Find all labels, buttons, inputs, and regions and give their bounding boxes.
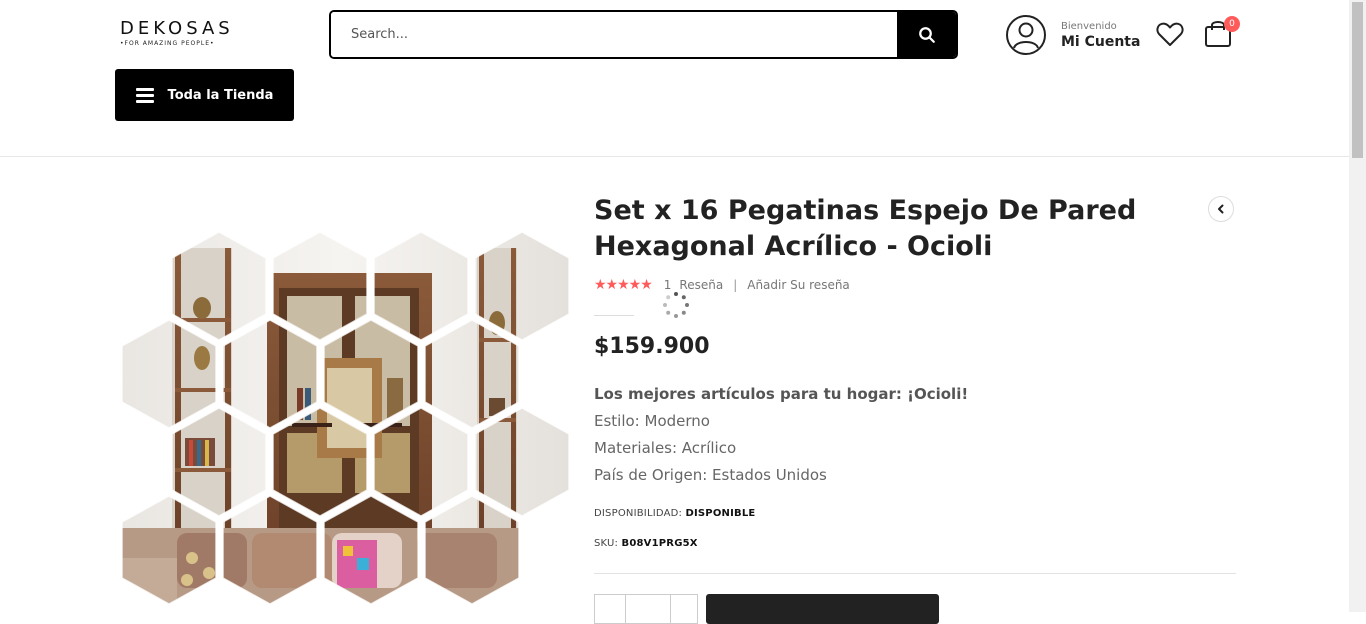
rating-separator: |	[733, 278, 738, 292]
quantity-input[interactable]	[626, 595, 671, 623]
description-line-origin: País de Origen: Estados Unidos	[594, 466, 827, 484]
loading-spinner-icon	[663, 292, 689, 318]
add-to-cart-button[interactable]	[706, 594, 939, 624]
chevron-left-icon	[1218, 204, 1224, 214]
availability-label: DISPONIBILIDAD:	[594, 508, 683, 519]
product-rating: ★★★★★ 1 Reseña | Añadir Su reseña	[594, 277, 850, 293]
availability: DISPONIBILIDAD: DISPONIBLE	[594, 508, 755, 519]
add-review-link[interactable]: Añadir Su reseña	[747, 278, 850, 292]
scrollbar-thumb[interactable]	[1352, 2, 1363, 158]
product-description: Los mejores artículos para tu hogar: ¡Oc…	[594, 381, 968, 489]
sku-label: SKU:	[594, 538, 619, 549]
cart-button[interactable]: 0	[1204, 16, 1240, 52]
search-button[interactable]	[897, 12, 956, 57]
user-icon	[1006, 15, 1046, 55]
cart-count-badge: 0	[1224, 16, 1240, 32]
logo-brand: DEKOSAS	[120, 18, 234, 39]
availability-value: DISPONIBLE	[685, 508, 756, 519]
description-line-style: Estilo: Moderno	[594, 412, 710, 430]
wishlist-button[interactable]	[1156, 21, 1184, 51]
description-line-materials: Materiales: Acrílico	[594, 439, 737, 457]
quantity-decrement[interactable]	[595, 595, 626, 623]
account-link[interactable]: Bienvenido Mi Cuenta	[1005, 14, 1140, 56]
sku: SKU: B08V1PRG5X	[594, 538, 698, 549]
menu-icon	[135, 85, 154, 106]
sku-value: B08V1PRG5X	[621, 538, 698, 549]
product-title: Set x 16 Pegatinas Espejo De Pared Hexag…	[594, 195, 1137, 262]
account-label: Mi Cuenta	[1061, 33, 1141, 50]
product-info: Set x 16 Pegatinas Espejo De Pared Hexag…	[594, 193, 1236, 293]
details-divider	[594, 573, 1236, 574]
all-store-label: Toda la Tienda	[167, 87, 274, 103]
hexagon-mirror-illustration	[121, 231, 570, 605]
page-scrollbar[interactable]	[1349, 0, 1366, 612]
search-icon	[918, 26, 935, 43]
logo[interactable]: DEKOSAS •FOR AMAZING PEOPLE•	[120, 18, 234, 47]
quantity-stepper[interactable]	[594, 594, 698, 624]
description-headline: Los mejores artículos para tu hogar: ¡Oc…	[594, 385, 969, 403]
heart-icon	[1156, 22, 1184, 46]
search-bar	[329, 10, 958, 59]
star-rating-icon: ★★★★★	[594, 277, 653, 293]
product-price: $159.900	[594, 334, 710, 359]
search-input[interactable]	[331, 12, 899, 57]
rating-divider	[594, 315, 634, 316]
logo-tagline: •FOR AMAZING PEOPLE•	[120, 40, 215, 47]
all-store-menu-button[interactable]: Toda la Tienda	[115, 69, 294, 121]
product-image[interactable]	[117, 228, 570, 612]
site-header: DEKOSAS •FOR AMAZING PEOPLE• Bienvenido …	[0, 0, 1349, 157]
account-welcome: Bienvenido	[1061, 20, 1117, 32]
previous-product-button[interactable]	[1208, 196, 1234, 222]
